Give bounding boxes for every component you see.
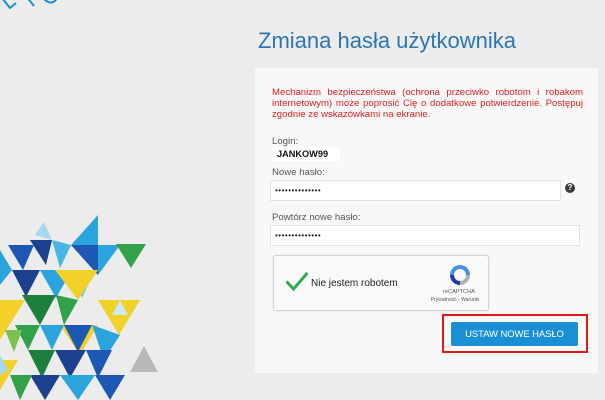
new-password-input[interactable] [270, 180, 561, 201]
recaptcha-label: Nie jestem robotem [311, 278, 398, 289]
privacy-link[interactable]: Prywatność [431, 297, 457, 303]
recaptcha-links: Prywatność - Warunki [421, 297, 489, 303]
repeat-password-input[interactable] [270, 225, 580, 246]
question-circle-icon[interactable]: ? [565, 183, 575, 193]
repeat-password-label: Powtórz nowe hasło: [272, 212, 361, 223]
set-new-password-button[interactable]: USTAW NOWE HASŁO [451, 322, 578, 346]
recaptcha-brand: reCAPTCHA [443, 289, 475, 295]
recaptcha-logo-icon [450, 265, 470, 285]
checkmark-icon[interactable] [286, 272, 308, 292]
new-password-label: Nowe hasło: [272, 167, 325, 178]
login-value: JANKOW99 [272, 147, 340, 161]
page: Zmiana hasła użytkownika Mechanizm bezpi… [0, 0, 605, 400]
login-label: Login: [272, 136, 299, 147]
recaptcha-widget: Nie jestem robotem reCAPTCHA Prywatność … [273, 255, 489, 311]
terms-link[interactable]: Warunki [461, 297, 479, 303]
security-notice: Mechanizm bezpieczeństwa (ochrona przeci… [272, 87, 583, 121]
decorative-mosaic [0, 215, 158, 400]
page-title: Zmiana hasła użytkownika [258, 28, 517, 53]
